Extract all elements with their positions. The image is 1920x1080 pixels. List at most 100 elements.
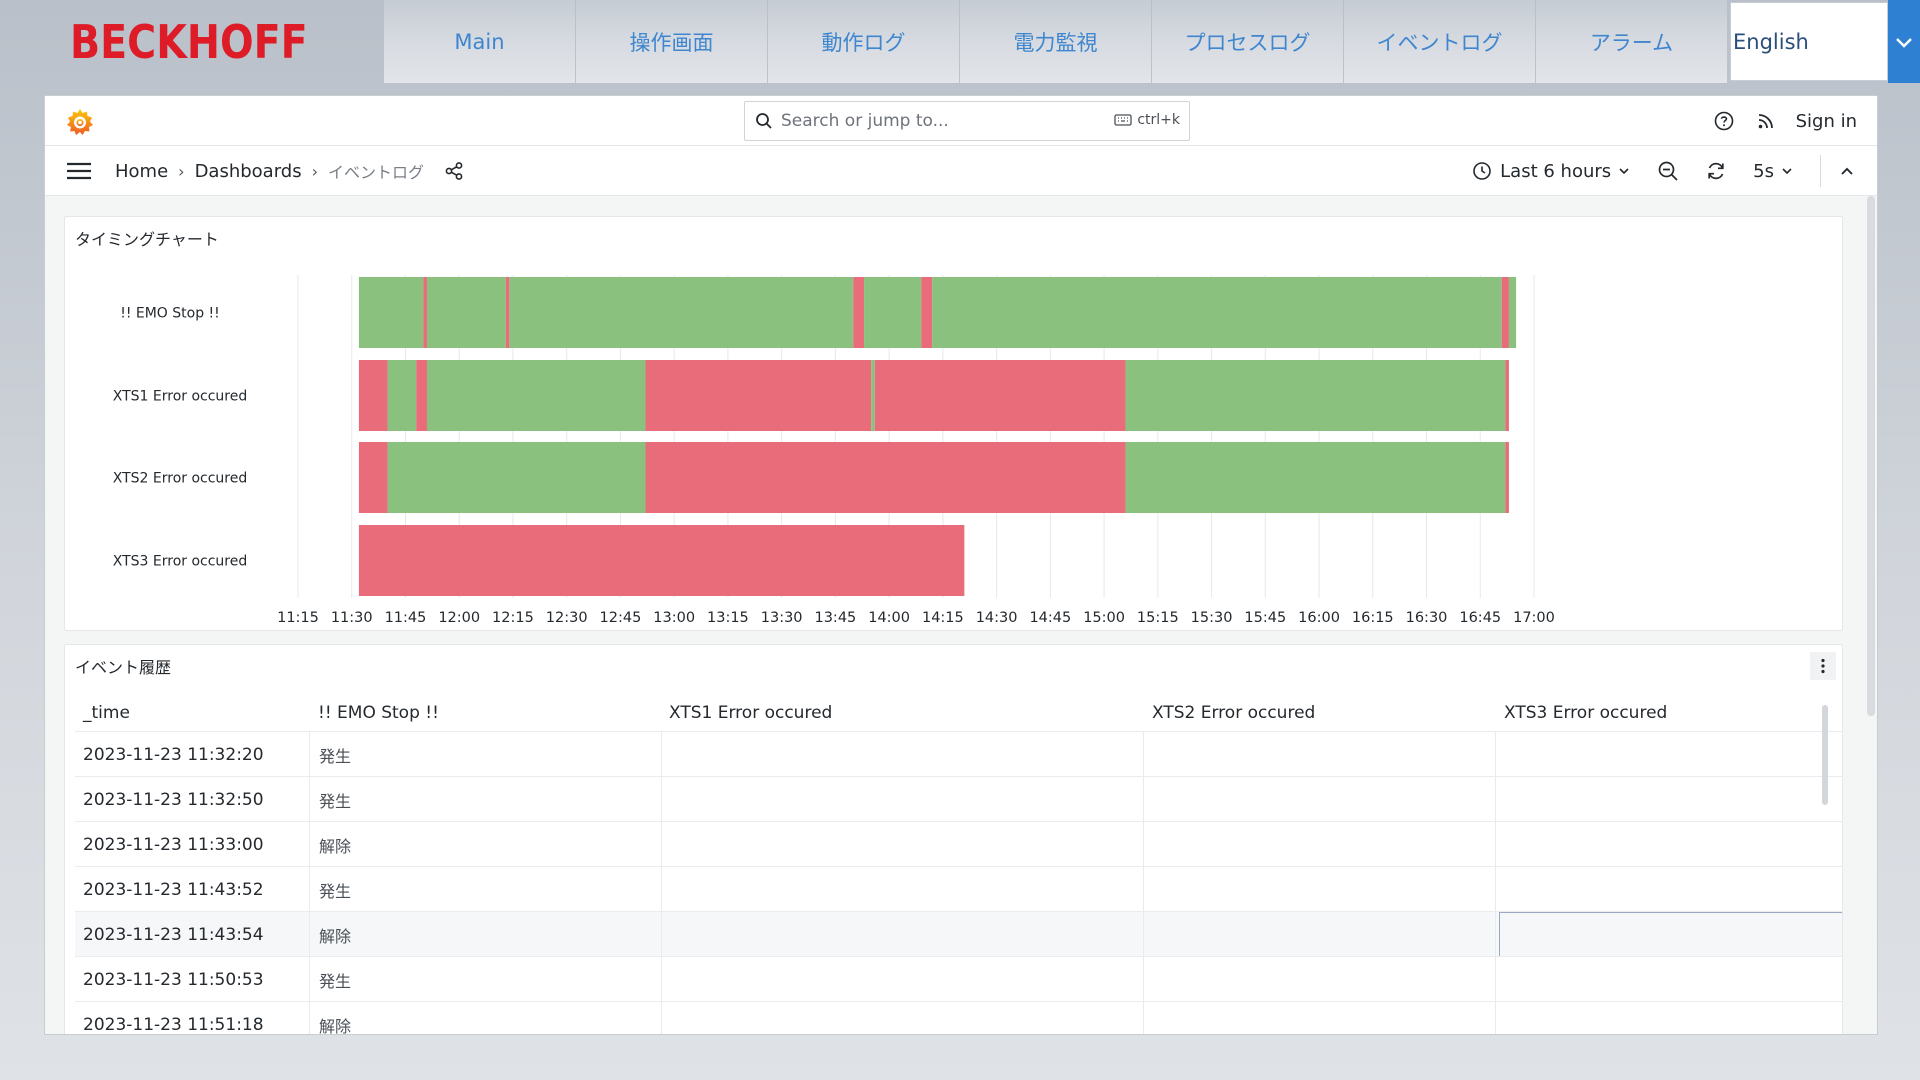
- timeline-segment-ok[interactable]: [426, 360, 646, 431]
- x-tick-label: 14:15: [922, 610, 964, 626]
- row-label: XTS2 Error occured: [113, 471, 248, 487]
- row-label: !! EMO Stop !!: [120, 306, 220, 322]
- timeline-segment-alarm[interactable]: [921, 277, 933, 348]
- nav-tab-motion-log[interactable]: 動作ログ: [768, 0, 959, 83]
- zoom-out-button[interactable]: [1657, 160, 1679, 182]
- table-row[interactable]: 2023-11-23 11:33:00 解除: [75, 821, 1842, 867]
- search-placeholder: Search or jump to...: [781, 111, 949, 131]
- nav-tab-event-log[interactable]: イベントログ: [1344, 0, 1535, 83]
- timeline-segment-ok[interactable]: [1125, 360, 1506, 431]
- beckhoff-logo[interactable]: BECKHOFF: [70, 14, 308, 70]
- table-row[interactable]: 2023-11-23 11:51:18 解除: [75, 1001, 1842, 1035]
- table-cell: [661, 732, 1143, 777]
- timeline-segment-alarm[interactable]: [1505, 360, 1509, 431]
- table-cell: [661, 822, 1143, 867]
- timeline-segment-alarm[interactable]: [358, 442, 388, 513]
- dashboard-toolbar: Home › Dashboards › イベントログ Last 6 hours …: [45, 146, 1877, 196]
- table-scrollbar[interactable]: [1822, 705, 1828, 805]
- timeline-segment-alarm[interactable]: [358, 525, 965, 596]
- timeline-segment-alarm[interactable]: [1505, 442, 1509, 513]
- share-icon[interactable]: [444, 161, 464, 181]
- timeline-segment-alarm[interactable]: [874, 360, 1126, 431]
- breadcrumb-dashboards[interactable]: Dashboards: [195, 161, 302, 182]
- event-table: _time !! EMO Stop !! XTS1 Error occured …: [75, 695, 1842, 1035]
- timeline-segment-ok[interactable]: [1125, 442, 1506, 513]
- time-range-picker[interactable]: Last 6 hours: [1472, 161, 1631, 182]
- timeline-segment-alarm[interactable]: [645, 360, 872, 431]
- table-cell: [1495, 957, 1842, 1002]
- table-cell: 発生: [309, 777, 661, 822]
- table-cell: 発生: [309, 867, 661, 912]
- grafana-frame: Search or jump to... ctrl+k Sign in Home…: [44, 95, 1878, 1035]
- timeline-segment-ok[interactable]: [509, 277, 854, 348]
- x-tick-label: 13:00: [653, 610, 695, 626]
- table-cell: 2023-11-23 11:50:53: [83, 969, 264, 990]
- column-header-xts3[interactable]: XTS3 Error occured: [1504, 703, 1667, 723]
- row-label: XTS3 Error occured: [113, 554, 248, 570]
- table-cell: [1143, 912, 1495, 957]
- rss-feed-icon[interactable]: [1756, 111, 1776, 131]
- x-tick-label: 13:30: [761, 610, 803, 626]
- table-cell: 2023-11-23 11:32:20: [83, 744, 264, 765]
- table-row[interactable]: 2023-11-23 11:50:53 発生: [75, 956, 1842, 1002]
- panel-menu-button[interactable]: [1810, 652, 1836, 680]
- search-icon: [756, 113, 772, 129]
- timeline-segment-ok[interactable]: [387, 360, 417, 431]
- table-row-hovered[interactable]: 2023-11-23 11:43:54 解除: [75, 911, 1842, 957]
- search-bar[interactable]: Search or jump to... ctrl+k: [744, 101, 1190, 141]
- breadcrumb-home[interactable]: Home: [115, 161, 168, 182]
- clock-icon: [1473, 162, 1491, 180]
- x-tick-label: 14:45: [1029, 610, 1071, 626]
- nav-tab-main[interactable]: Main: [384, 0, 575, 83]
- table-row[interactable]: 2023-11-23 11:43:52 発生: [75, 866, 1842, 912]
- table-row[interactable]: 2023-11-23 11:32:20 発生: [75, 731, 1842, 777]
- timeline-segment-ok[interactable]: [871, 360, 875, 431]
- sign-in-link[interactable]: Sign in: [1796, 111, 1857, 132]
- column-header-emo-stop[interactable]: !! EMO Stop !!: [318, 703, 439, 723]
- timeline-segment-ok[interactable]: [426, 277, 506, 348]
- chevron-right-icon: ›: [311, 161, 319, 181]
- x-tick-label: 13:45: [814, 610, 856, 626]
- column-header-xts1[interactable]: XTS1 Error occured: [669, 703, 832, 723]
- grafana-logo-icon[interactable]: [65, 107, 95, 137]
- timeline-segment-alarm[interactable]: [423, 277, 427, 348]
- timeline-segment-alarm[interactable]: [358, 360, 388, 431]
- row-label: XTS1 Error occured: [113, 389, 248, 405]
- timeline-segment-alarm[interactable]: [645, 442, 1126, 513]
- table-row[interactable]: 2023-11-23 11:32:50 発生: [75, 776, 1842, 822]
- table-cell: [661, 912, 1143, 957]
- x-tick-label: 11:30: [331, 610, 373, 626]
- x-tick-label: 15:45: [1244, 610, 1286, 626]
- timeline-segment-alarm[interactable]: [505, 277, 510, 348]
- nav-tab-alarm[interactable]: アラーム: [1536, 0, 1727, 83]
- timeline-segment-ok[interactable]: [932, 277, 1502, 348]
- language-select[interactable]: English: [1730, 2, 1888, 81]
- column-header-time[interactable]: _time: [83, 703, 130, 723]
- timeline-segment-ok[interactable]: [358, 277, 424, 348]
- breadcrumb-current: イベントログ: [328, 163, 425, 182]
- timeline-segment-ok[interactable]: [387, 442, 646, 513]
- timeline-segment-alarm[interactable]: [416, 360, 427, 431]
- menu-icon[interactable]: [66, 162, 92, 180]
- x-tick-label: 16:00: [1298, 610, 1340, 626]
- table-cell: 発生: [309, 957, 661, 1002]
- timeline-segment-alarm[interactable]: [853, 277, 865, 348]
- nav-tab-operation[interactable]: 操作画面: [576, 0, 767, 83]
- nav-tab-power-monitor[interactable]: 電力監視: [960, 0, 1151, 83]
- refresh-interval-picker[interactable]: 5s: [1753, 161, 1794, 182]
- help-icon[interactable]: [1714, 111, 1734, 131]
- timeline-segment-ok[interactable]: [1508, 277, 1517, 348]
- nav-tab-process-log[interactable]: プロセスログ: [1152, 0, 1343, 83]
- table-cell: 2023-11-23 11:51:18: [83, 1014, 264, 1035]
- x-tick-label: 15:30: [1191, 610, 1233, 626]
- state-timeline-chart[interactable]: !! EMO Stop !! XTS1 Error occured XTS2 Err…: [65, 217, 1844, 632]
- collapse-toolbar-button[interactable]: [1839, 165, 1855, 177]
- page-scrollbar[interactable]: [1867, 196, 1875, 716]
- x-tick-label: 11:15: [277, 610, 319, 626]
- timeline-segment-ok[interactable]: [864, 277, 922, 348]
- table-cell: [661, 1002, 1143, 1034]
- timeline-segment-alarm[interactable]: [1501, 277, 1509, 348]
- refresh-button[interactable]: [1705, 160, 1727, 182]
- column-header-xts2[interactable]: XTS2 Error occured: [1152, 703, 1315, 723]
- language-dropdown-button[interactable]: [1888, 0, 1920, 83]
